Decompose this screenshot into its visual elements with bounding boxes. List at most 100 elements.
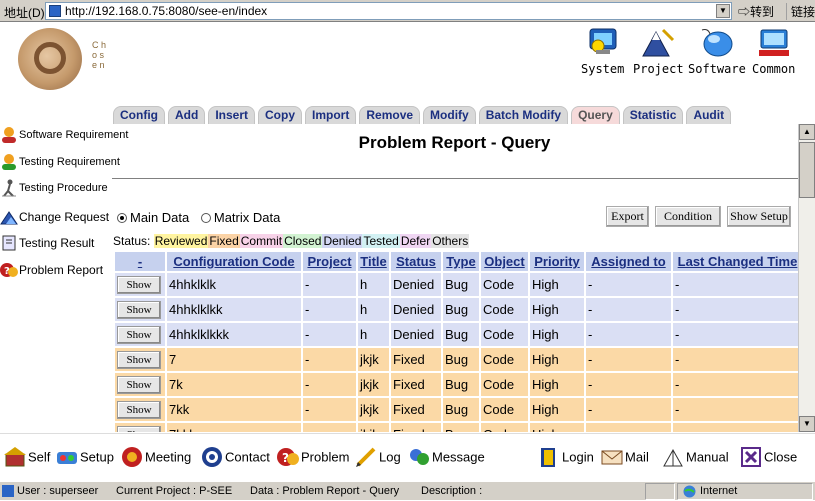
tab-copy[interactable]: Copy [258, 106, 303, 124]
tab-add[interactable]: Add [168, 106, 206, 124]
logo-text: C h o s e n [92, 40, 107, 70]
table-cell: - [303, 298, 356, 321]
table-cell: Code [481, 423, 528, 432]
sidebar-item-testing-requirement[interactable]: Testing Requirement [0, 153, 120, 175]
table-cell: Show [115, 423, 165, 432]
condition-button[interactable]: Condition [655, 206, 721, 227]
toolbar-login[interactable]: Login [538, 446, 594, 470]
tab-config[interactable]: Config [113, 106, 165, 124]
table-cell: 4hhklklkkk [167, 323, 301, 346]
show-button[interactable]: Show [117, 400, 161, 419]
toolbar-mail[interactable]: Mail [601, 446, 649, 470]
sidebar-item-software-requirement[interactable]: Software Requirement [0, 126, 128, 148]
sidebar-item-label: Testing Result [19, 236, 95, 250]
table-cell: 7k [167, 373, 301, 396]
person-icon [0, 126, 18, 144]
sidebar-item-problem-report[interactable]: ? Problem Report [0, 261, 103, 283]
table-cell: 7kkk [167, 423, 301, 432]
table-cell: - [303, 348, 356, 371]
chevron-down-icon[interactable]: ▼ [716, 4, 730, 18]
nav-common[interactable]: Common [752, 26, 795, 76]
col-header[interactable]: Last Changed Time [673, 252, 798, 271]
sidebar-item-testing-procedure[interactable]: Testing Procedure [0, 179, 108, 201]
nav-system[interactable]: System [581, 26, 624, 76]
col-header[interactable]: Status [391, 252, 441, 271]
table-cell: h [358, 323, 389, 346]
radio-main-data[interactable]: Main Data [117, 210, 189, 225]
toolbar-message[interactable]: Message [408, 446, 485, 470]
tab-statistic[interactable]: Statistic [622, 106, 684, 124]
radio-matrix-data[interactable]: Matrix Data [200, 210, 280, 225]
status-reviewed: Reviewed [153, 234, 209, 248]
tab-query[interactable]: Query [571, 106, 620, 124]
status-description: Description : [421, 485, 483, 497]
toolbar-setup[interactable]: Setup [56, 446, 114, 470]
mail-icon [601, 446, 623, 468]
toolbar-problem[interactable]: ? Problem [277, 446, 349, 470]
col-header[interactable]: - [115, 252, 165, 271]
logo [18, 28, 82, 90]
sidebar-item-testing-result[interactable]: Testing Result [0, 234, 94, 256]
toolbar-close[interactable]: Close [740, 446, 797, 470]
data-mode-radios: Main Data Matrix Data [117, 210, 288, 225]
table-cell: - [586, 373, 671, 396]
table-cell: - [586, 273, 671, 296]
monitor-icon [584, 26, 622, 60]
toolbar-label: Setup [80, 449, 114, 465]
show-button[interactable]: Show [117, 325, 161, 344]
globe-icon [683, 485, 696, 501]
table-row: Show 7- jkjk Fixed Bug Code High - - [115, 348, 798, 371]
tab-import[interactable]: Import [305, 106, 357, 124]
go-button[interactable]: ⇨转到 [738, 3, 774, 20]
col-header[interactable]: Object [481, 252, 528, 271]
tab-modify[interactable]: Modify [423, 106, 476, 124]
show-button[interactable]: Show [117, 275, 161, 294]
show-button[interactable]: Show [117, 425, 161, 432]
show-button[interactable]: Show [117, 300, 161, 319]
tab-insert[interactable]: Insert [208, 106, 256, 124]
go-label: 转到 [750, 5, 775, 19]
table-cell: Bug [443, 423, 479, 432]
show-button[interactable]: Show [117, 350, 161, 369]
toolbar-log[interactable]: Log [355, 446, 401, 470]
col-header[interactable]: Assigned to [586, 252, 671, 271]
table-cell: 7kk [167, 398, 301, 421]
tab-batch-modify[interactable]: Batch Modify [478, 106, 569, 124]
links-button[interactable]: 链接 [786, 3, 815, 20]
col-header[interactable]: Project [303, 252, 356, 271]
scroll-down-icon[interactable]: ▼ [799, 416, 815, 432]
tab-remove[interactable]: Remove [359, 106, 421, 124]
status-project: Current Project : P-SEE [116, 485, 233, 497]
toolbar-meeting[interactable]: Meeting [121, 446, 191, 470]
col-header[interactable]: Priority [530, 252, 584, 271]
sidebar-item-change-request[interactable]: Change Request [0, 208, 109, 230]
tab-audit[interactable]: Audit [686, 106, 732, 124]
table-cell: Denied [391, 273, 441, 296]
show-button[interactable]: Show [117, 375, 161, 394]
table-cell: - [586, 423, 671, 432]
divider [112, 178, 798, 179]
scroll-up-icon[interactable]: ▲ [799, 124, 815, 140]
table-cell: Bug [443, 373, 479, 396]
table-cell: jkjk [358, 423, 389, 432]
table-row: Show7kkk-jkjkFixedBugCodeHigh-- [115, 423, 798, 432]
toolbar-manual[interactable]: Manual [662, 446, 729, 470]
nav-project[interactable]: Project [633, 26, 684, 76]
toolbar-self[interactable]: Self [4, 446, 50, 470]
col-header[interactable]: Type [443, 252, 479, 271]
table-cell: Bug [443, 323, 479, 346]
scroll-thumb[interactable] [799, 142, 815, 198]
mouse-icon [698, 26, 736, 60]
status-tested: Tested [362, 234, 400, 248]
col-header[interactable]: Title [358, 252, 389, 271]
url-input[interactable]: http://192.168.0.75:8080/see-en/index ▼ [45, 2, 732, 20]
nav-software[interactable]: Software [688, 26, 746, 76]
show-setup-button[interactable]: Show Setup [727, 206, 791, 227]
export-button[interactable]: Export [606, 206, 649, 227]
col-header[interactable]: Configuration Code [167, 252, 301, 271]
vertical-scrollbar[interactable]: ▲ ▼ [798, 124, 815, 432]
computer-icon [755, 26, 793, 60]
svg-text:?: ? [4, 266, 10, 277]
toolbar-contact[interactable]: Contact [201, 446, 270, 470]
svg-text:?: ? [282, 451, 289, 465]
